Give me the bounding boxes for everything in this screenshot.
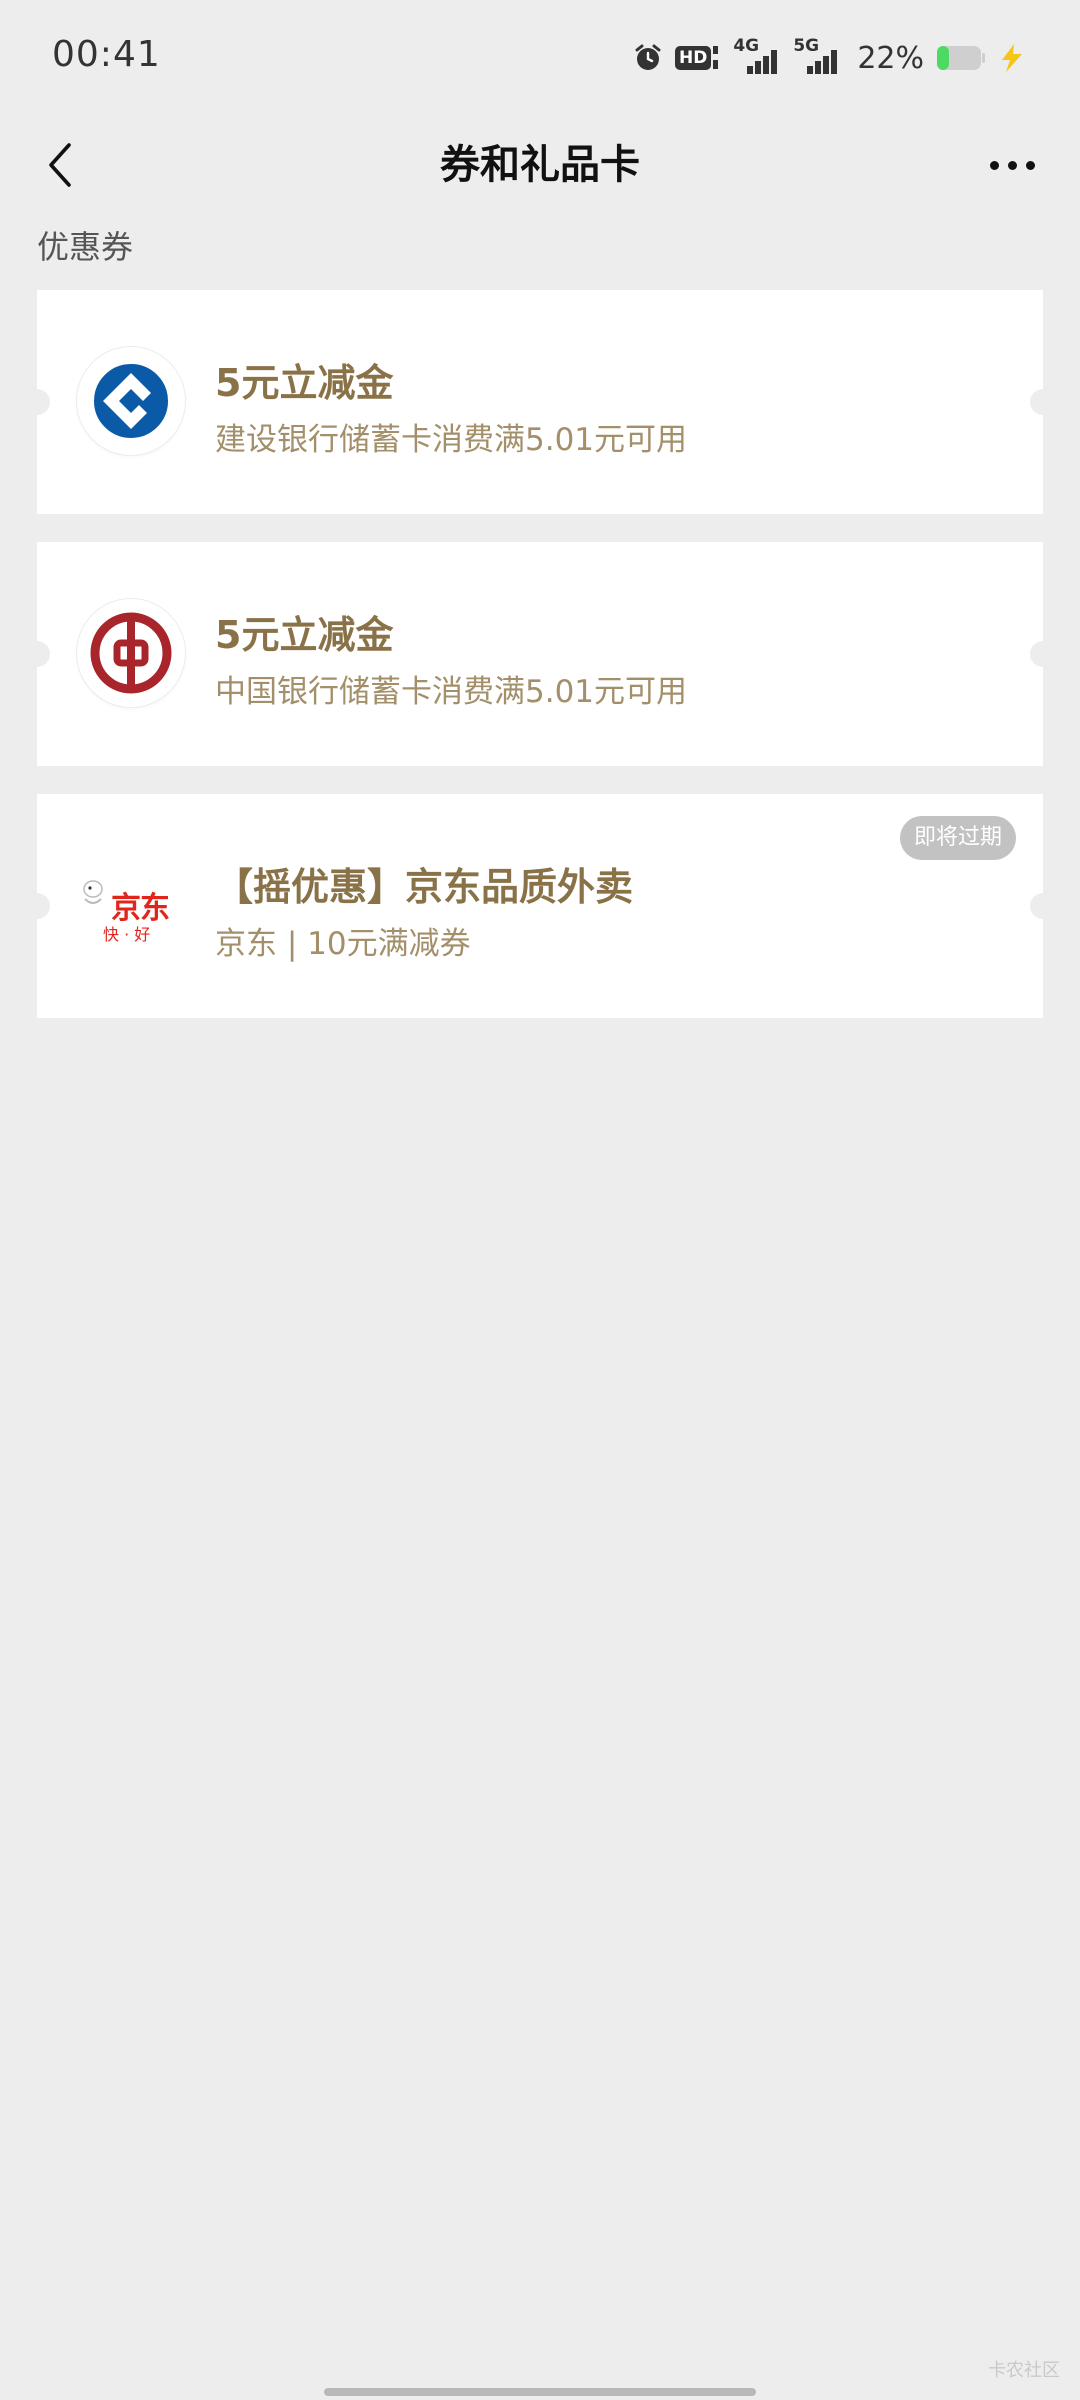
charging-icon [1002, 44, 1022, 72]
card-notch [1030, 641, 1056, 667]
more-button[interactable] [972, 130, 1052, 200]
watermark: 卡农社区 [988, 2360, 1060, 2381]
card-notch [24, 389, 50, 415]
signal-4g-icon: 4G [733, 36, 781, 76]
coupon-card[interactable]: 5元立减金 建设银行储蓄卡消费满5.01元可用 [24, 290, 1056, 514]
coupon-list: 5元立减金 建设银行储蓄卡消费满5.01元可用 5元立减金 中国银行储蓄卡消费满… [24, 290, 1056, 1046]
status-icons: HD 4G 5G 22% [633, 36, 1026, 78]
coupon-card[interactable]: 即将过期 京东 快 · 好 【摇优惠】京东品质外卖 京东 | 10元满减券 [24, 794, 1056, 1018]
card-notch [1030, 893, 1056, 919]
more-dots-icon [1007, 160, 1017, 170]
alarm-icon [635, 44, 661, 70]
expiring-badge: 即将过期 [899, 816, 1016, 860]
signal-5g-icon: 5G [793, 36, 843, 76]
more-dots-icon [989, 160, 999, 170]
hd-label: HD [674, 46, 712, 70]
jd-logo-icon: 京东 快 · 好 [77, 851, 185, 959]
home-indicator[interactable] [324, 2388, 756, 2396]
coupon-card[interactable]: 5元立减金 中国银行储蓄卡消费满5.01元可用 [24, 542, 1056, 766]
coupon-description: 京东 | 10元满减券 [215, 926, 471, 962]
coupon-title: 【摇优惠】京东品质外卖 [215, 865, 634, 909]
page-title: 券和礼品卡 [440, 142, 640, 188]
card-notch [1030, 389, 1056, 415]
status-bar: 00:41 HD 4G 5G 22% [0, 0, 1080, 110]
battery-icon [937, 46, 985, 70]
boc-logo-icon [77, 599, 185, 707]
nav-bar: 券和礼品卡 [0, 110, 1080, 220]
coupon-title: 5元立减金 [215, 613, 394, 657]
ccb-logo-icon [77, 347, 185, 455]
section-label-coupons: 优惠券 [37, 228, 134, 266]
coupon-description: 建设银行储蓄卡消费满5.01元可用 [215, 422, 688, 458]
more-dots-icon [1025, 160, 1035, 170]
coupon-description: 中国银行储蓄卡消费满5.01元可用 [215, 674, 688, 710]
battery-percent: 22% [857, 40, 924, 76]
card-notch [24, 893, 50, 919]
jd-logo-subtext: 快 · 好 [103, 925, 151, 944]
hd-icon: HD [674, 43, 721, 73]
coupon-title: 5元立减金 [215, 361, 394, 405]
card-notch [24, 641, 50, 667]
status-time: 00:41 [52, 34, 161, 75]
